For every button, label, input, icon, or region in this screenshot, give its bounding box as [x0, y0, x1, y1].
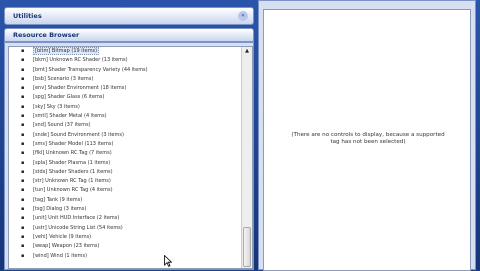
expand-bullet-icon[interactable]: ▪ [21, 149, 24, 158]
resource-browser-header: Resource Browser [4, 28, 254, 42]
app-window: Utilities « Resource Browser ▪ [bitm] Bit… [0, 0, 480, 271]
tree-item[interactable]: ▪ [tun] Unknown RC Tag (4 items) [9, 186, 241, 195]
expand-bullet-icon[interactable]: ▪ [21, 242, 24, 251]
scroll-up-arrow-icon[interactable]: ▲ [242, 47, 252, 56]
expand-bullet-icon[interactable]: ▪ [21, 121, 24, 130]
tree-item-label: [wind] Wind (1 items) [33, 252, 88, 259]
tree-item[interactable]: ▪ [tag] Tank (9 items) [9, 196, 241, 205]
tree-item-label: [bmt] Shader Transparency Variety (44 it… [33, 66, 148, 73]
scrollbar-thumb[interactable] [243, 227, 251, 267]
tag-tree-view[interactable]: ▪ [bitm] Bitmap (19 items) ▪ [bkm] Unknown… [8, 46, 253, 269]
tag-list: ▪ [bitm] Bitmap (19 items) ▪ [bkm] Unknown… [9, 47, 241, 261]
expand-bullet-icon[interactable]: ▪ [21, 252, 24, 261]
tree-item[interactable]: ▪ [env] Shader Environment (18 items) [9, 84, 241, 93]
expand-bullet-icon[interactable]: ▪ [21, 159, 24, 168]
tree-item-label: [stds] Shader Shaders (1 items) [33, 168, 113, 175]
tree-item[interactable]: ▪ [stds] Shader Shaders (1 items) [9, 168, 241, 177]
tree-item[interactable]: ▪ [str] Unknown RC Tag (1 items) [9, 177, 241, 186]
tree-item[interactable]: ▪ [bsb] Scenario (3 items) [9, 75, 241, 84]
expand-bullet-icon[interactable]: ▪ [21, 93, 24, 102]
tree-item-label: [tag] Tank (9 items) [33, 196, 83, 203]
expand-bullet-icon[interactable]: ▪ [21, 112, 24, 121]
expand-bullet-icon[interactable]: ▪ [21, 140, 24, 149]
tree-item-label: [bsb] Scenario (3 items) [33, 75, 94, 82]
properties-content-area: (There are no controls to display, becau… [263, 9, 471, 271]
expand-bullet-icon[interactable]: ▪ [21, 103, 24, 112]
tree-item[interactable]: ▪ [smtl] Shader Metal (4 items) [9, 112, 241, 121]
tree-item[interactable]: ▪ [bmt] Shader Transparency Variety (44 i… [9, 66, 241, 75]
tree-item[interactable]: ▪ [sms] Shader Model (113 items) [9, 140, 241, 149]
tree-item-label: [tsg] Dialog (3 items) [33, 206, 87, 213]
tree-item[interactable]: ▪ [unit] Unit HUD Interface (2 items) [9, 214, 241, 223]
expand-bullet-icon[interactable]: ▪ [21, 47, 24, 56]
tree-item-label: [spg] Shader Glass (6 items) [33, 94, 105, 101]
tree-item[interactable]: ▪ [tsg] Dialog (3 items) [9, 205, 241, 214]
expand-bullet-icon[interactable]: ▪ [21, 196, 24, 205]
tree-item-label: [bkm] Unknown RC Shader (13 items) [33, 57, 128, 64]
tree-item-label: [tun] Unknown RC Tag (4 items) [33, 187, 113, 194]
tree-item-label: [bitm] Bitmap (19 items) [33, 47, 100, 55]
tree-item-label: [unit] Unit HUD Interface (2 items) [33, 215, 120, 222]
tree-item-label: [snd] Sound (37 items) [33, 122, 91, 129]
resource-browser-title: Resource Browser [13, 31, 80, 39]
tree-item-label: [spla] Shader Plasma (1 items) [33, 159, 111, 166]
resource-browser-panel: ▪ [bitm] Bitmap (19 items) ▪ [bkm] Unknown… [4, 42, 254, 270]
expand-bullet-icon[interactable]: ▪ [21, 66, 24, 75]
tree-item[interactable]: ▪ [bkm] Unknown RC Shader (13 items) [9, 56, 241, 65]
tree-item[interactable]: ▪ [spg] Shader Glass (6 items) [9, 93, 241, 102]
tree-item-label: [snde] Sound Environment (3 items) [33, 131, 124, 138]
tree-item[interactable]: ▪ [spla] Shader Plasma (1 items) [9, 159, 241, 168]
tree-item-label: [sky] Sky (3 items) [33, 103, 80, 110]
tree-item[interactable]: ▪ [sky] Sky (3 items) [9, 103, 241, 112]
no-controls-message: (There are no controls to display, becau… [291, 132, 445, 146]
mouse-pointer-icon [164, 255, 172, 267]
collapse-icon[interactable]: « [238, 11, 248, 21]
tree-item[interactable]: ▪ [weap] Weapon (23 items) [9, 242, 241, 251]
expand-bullet-icon[interactable]: ▪ [21, 214, 24, 223]
tree-item-label: [vehi] Vehicle (9 items) [33, 233, 92, 240]
expand-bullet-icon[interactable]: ▪ [21, 75, 24, 84]
tree-item-label: [flkl] Unknown RC Tag (7 items) [33, 150, 112, 157]
expand-bullet-icon[interactable]: ▪ [21, 224, 24, 233]
tree-item[interactable]: ▪ [wind] Wind (1 items) [9, 252, 241, 261]
tree-item[interactable]: ▪ [ustr] Unicode String List (54 items) [9, 224, 241, 233]
utilities-panel-header[interactable]: Utilities « [4, 7, 254, 25]
expand-bullet-icon[interactable]: ▪ [21, 56, 24, 65]
tree-item[interactable]: ▪ [vehi] Vehicle (9 items) [9, 233, 241, 242]
expand-bullet-icon[interactable]: ▪ [21, 233, 24, 242]
expand-bullet-icon[interactable]: ▪ [21, 84, 24, 93]
tree-item[interactable]: ▪ [snde] Sound Environment (3 items) [9, 131, 241, 140]
tree-item-label: [sms] Shader Model (113 items) [33, 140, 114, 147]
tree-item[interactable]: ▪ [flkl] Unknown RC Tag (7 items) [9, 149, 241, 158]
expand-bullet-icon[interactable]: ▪ [21, 168, 24, 177]
utilities-title: Utilities [13, 12, 42, 20]
tree-item-label: [str] Unknown RC Tag (1 items) [33, 178, 111, 185]
tree-item[interactable]: ▪ [bitm] Bitmap (19 items) [9, 47, 241, 56]
left-column: Utilities « Resource Browser ▪ [bitm] Bit… [4, 0, 254, 270]
vertical-scrollbar[interactable]: ▲ [241, 47, 252, 268]
expand-bullet-icon[interactable]: ▪ [21, 186, 24, 195]
tree-item-label: [ustr] Unicode String List (54 items) [33, 224, 123, 231]
properties-panel: (There are no controls to display, becau… [258, 0, 476, 271]
tree-item-label: [env] Shader Environment (18 items) [33, 85, 127, 92]
expand-bullet-icon[interactable]: ▪ [21, 205, 24, 214]
expand-bullet-icon[interactable]: ▪ [21, 177, 24, 186]
tree-item[interactable]: ▪ [snd] Sound (37 items) [9, 121, 241, 130]
tree-item-label: [smtl] Shader Metal (4 items) [33, 113, 107, 120]
tree-item-label: [weap] Weapon (23 items) [33, 243, 100, 250]
expand-bullet-icon[interactable]: ▪ [21, 131, 24, 140]
